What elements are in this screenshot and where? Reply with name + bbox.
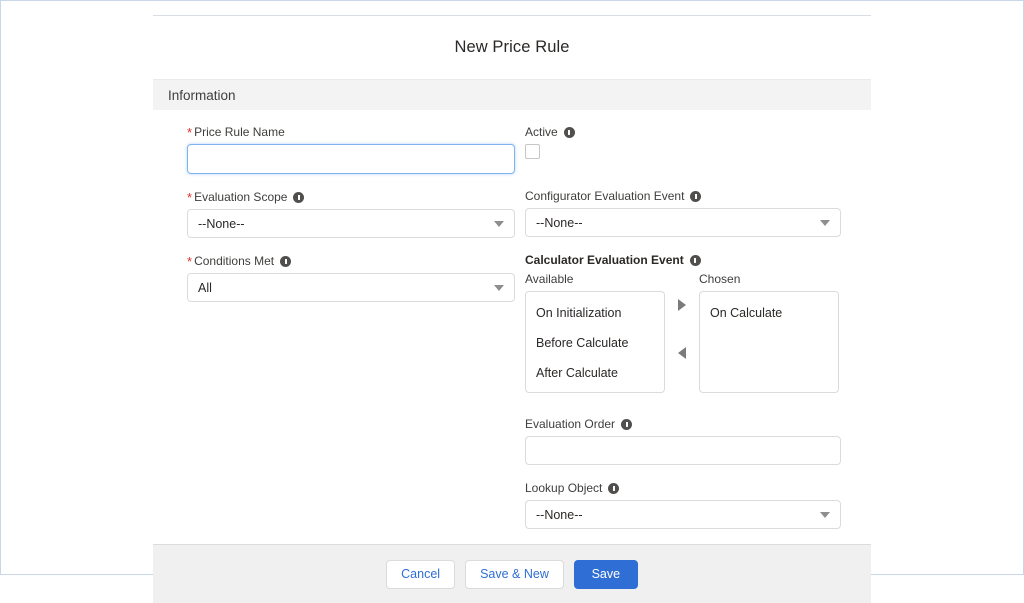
configurator-evaluation-event-select-wrap: --None-- [525,208,841,237]
conditions-met-value: All [198,281,212,295]
evaluation-scope-select-wrap: --None-- [187,209,515,238]
available-column: Available On Initialization Before Calcu… [525,272,665,393]
new-price-rule-modal: New Price Rule Information * Price Rule … [153,15,871,603]
price-rule-name-input[interactable] [187,144,515,174]
info-icon[interactable] [280,256,291,267]
conditions-met-select[interactable]: All [187,273,515,302]
conditions-met-label: * Conditions Met [187,253,515,269]
info-icon[interactable] [293,192,304,203]
dual-listbox: Available On Initialization Before Calcu… [525,272,841,393]
field-evaluation-scope: * Evaluation Scope --None-- [187,189,515,238]
triangle-right-icon [678,299,686,311]
cancel-button[interactable]: Cancel [386,560,455,589]
evaluation-scope-select[interactable]: --None-- [187,209,515,238]
triangle-left-icon [678,347,686,359]
available-label: Available [525,272,665,286]
chosen-listbox[interactable]: On Calculate [699,291,839,393]
calculator-evaluation-event-label: Calculator Evaluation Event [525,252,841,268]
field-active: Active [525,124,841,159]
evaluation-order-input[interactable] [525,436,841,465]
information-section-header: Information [153,80,871,110]
field-evaluation-order: Evaluation Order [525,416,841,465]
chevron-down-icon [494,221,504,227]
chevron-down-icon [820,512,830,518]
required-asterisk: * [187,257,192,267]
page-title: New Price Rule [454,38,569,57]
lookup-object-select-wrap: --None-- [525,500,841,529]
chosen-column: Chosen On Calculate [699,272,839,393]
lookup-object-label: Lookup Object [525,480,841,496]
configurator-evaluation-event-value: --None-- [536,216,583,230]
save-and-new-button[interactable]: Save & New [465,560,564,589]
spacer [525,174,841,188]
evaluation-order-label: Evaluation Order [525,416,841,432]
listbox-transfer-controls [665,272,699,392]
section-header-label: Information [168,88,236,103]
evaluation-scope-label-text: Evaluation Scope [194,189,287,205]
info-icon[interactable] [621,419,632,430]
spacer [525,408,841,416]
save-button[interactable]: Save [574,560,638,589]
required-asterisk: * [187,193,192,203]
info-icon[interactable] [608,483,619,494]
move-left-button[interactable] [673,344,691,362]
conditions-met-select-wrap: All [187,273,515,302]
list-item[interactable]: After Calculate [526,358,664,388]
list-item[interactable]: On Calculate [700,298,838,328]
field-lookup-object: Lookup Object --None-- [525,480,841,529]
chevron-down-icon [820,220,830,226]
active-label-text: Active [525,124,558,140]
evaluation-scope-value: --None-- [198,217,245,231]
info-icon[interactable] [564,127,575,138]
info-icon[interactable] [690,191,701,202]
modal-header: New Price Rule [153,15,871,80]
lookup-object-value: --None-- [536,508,583,522]
configurator-evaluation-event-label-text: Configurator Evaluation Event [525,188,684,204]
modal-footer: Cancel Save & New Save [153,544,871,603]
chosen-label: Chosen [699,272,839,286]
conditions-met-label-text: Conditions Met [194,253,274,269]
field-conditions-met: * Conditions Met All [187,253,515,302]
available-listbox[interactable]: On Initialization Before Calculate After… [525,291,665,393]
field-calculator-evaluation-event: Calculator Evaluation Event Available On… [525,252,841,393]
info-icon[interactable] [690,255,701,266]
form-column-right: Active Configurator Evaluation Event --N… [525,124,871,544]
evaluation-scope-label: * Evaluation Scope [187,189,515,205]
calculator-evaluation-event-label-text: Calculator Evaluation Event [525,252,684,268]
price-rule-name-label: * Price Rule Name [187,124,515,140]
field-price-rule-name: * Price Rule Name [187,124,515,174]
app-screen: New Price Rule Information * Price Rule … [0,0,1024,575]
lookup-object-select[interactable]: --None-- [525,500,841,529]
active-checkbox[interactable] [525,144,540,159]
lookup-object-label-text: Lookup Object [525,480,602,496]
required-asterisk: * [187,128,192,138]
field-configurator-evaluation-event: Configurator Evaluation Event --None-- [525,188,841,237]
move-right-button[interactable] [673,296,691,314]
price-rule-name-label-text: Price Rule Name [194,124,285,140]
chevron-down-icon [494,285,504,291]
evaluation-order-label-text: Evaluation Order [525,416,615,432]
active-label: Active [525,124,841,140]
configurator-evaluation-event-select[interactable]: --None-- [525,208,841,237]
list-item[interactable]: On Initialization [526,298,664,328]
form-body: * Price Rule Name * Evaluation Scope --N… [153,110,871,544]
configurator-evaluation-event-label: Configurator Evaluation Event [525,188,841,204]
form-column-left: * Price Rule Name * Evaluation Scope --N… [153,124,525,544]
list-item[interactable]: Before Calculate [526,328,664,358]
